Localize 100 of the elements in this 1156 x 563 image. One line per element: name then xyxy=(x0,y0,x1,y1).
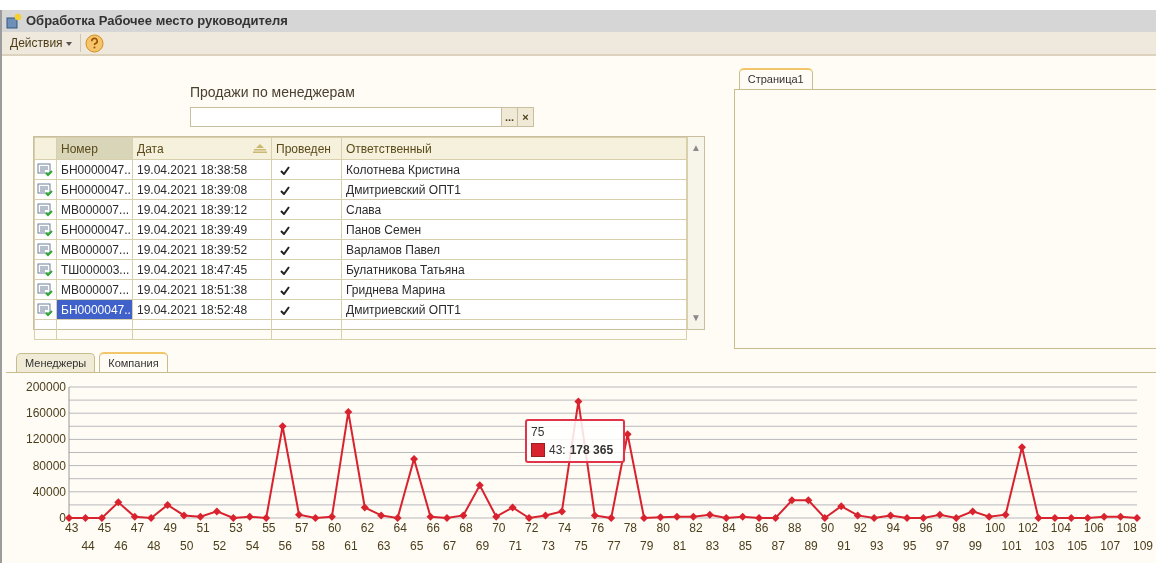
tooltip-series-label: 43: xyxy=(549,442,566,459)
tooltip-value: 178 365 xyxy=(569,442,614,459)
x-tick-label: 109 xyxy=(1133,539,1154,553)
x-tick-label: 55 xyxy=(262,521,276,535)
x-tick-label: 106 xyxy=(1083,521,1104,535)
x-tick-label: 63 xyxy=(377,539,391,553)
table-cell: Дмитриевский ОПТ1 xyxy=(341,179,687,200)
y-tick-label: 80000 xyxy=(32,458,66,473)
x-tick-label: 49 xyxy=(163,521,177,535)
x-tick-label: 66 xyxy=(426,521,440,535)
x-tick-label: 65 xyxy=(410,539,424,553)
column-header[interactable]: Проведен xyxy=(271,137,342,160)
x-tick-label: 67 xyxy=(442,539,457,553)
table-cell: Дмитриевский ОПТ1 xyxy=(341,299,687,320)
column-header[interactable]: Ответственный xyxy=(341,137,687,160)
x-tick-label: 80 xyxy=(656,521,670,535)
x-tick-label: 77 xyxy=(607,539,621,553)
x-tick-label: 58 xyxy=(311,539,325,553)
x-tick-label: 74 xyxy=(557,521,572,535)
x-tick-label: 81 xyxy=(672,539,687,553)
x-tick-label: 97 xyxy=(935,539,950,553)
x-tick-label: 57 xyxy=(295,521,309,535)
tab[interactable]: Страница1 xyxy=(738,68,813,89)
x-tick-label: 101 xyxy=(1001,539,1022,553)
x-tick-label: 43 xyxy=(65,521,79,535)
x-tick-label: 62 xyxy=(360,521,375,535)
x-tick-label: 61 xyxy=(344,539,358,553)
x-tick-label: 46 xyxy=(114,539,128,553)
x-tick-label: 86 xyxy=(755,521,769,535)
x-tick-label: 71 xyxy=(508,539,522,553)
y-tick-label: 120000 xyxy=(25,432,66,447)
tooltip-title: 75 xyxy=(531,424,545,441)
x-tick-label: 103 xyxy=(1034,539,1055,553)
y-tick-label: 200000 xyxy=(25,380,66,394)
table-cell: Слава xyxy=(341,199,687,220)
filter-field[interactable]: ... × xyxy=(190,107,534,127)
x-tick-label: 92 xyxy=(853,521,868,535)
x-tick-label: 52 xyxy=(212,539,227,553)
x-tick-label: 90 xyxy=(820,521,835,535)
table-cell: 19.04.2021 18:47:45 xyxy=(132,259,272,280)
x-tick-label: 54 xyxy=(245,539,260,553)
x-tick-label: 108 xyxy=(1116,521,1137,535)
column-header[interactable]: Номер xyxy=(56,137,133,160)
tab[interactable]: Компания xyxy=(99,351,168,372)
table-cell: 19.04.2021 18:39:12 xyxy=(132,199,272,220)
x-tick-label: 85 xyxy=(738,539,752,553)
x-tick-label: 102 xyxy=(1018,521,1038,535)
actions-menu[interactable]: Действия xyxy=(6,34,76,52)
x-tick-label: 60 xyxy=(327,521,342,535)
x-tick-label: 93 xyxy=(870,539,884,553)
x-tick-label: 104 xyxy=(1050,521,1071,535)
x-tick-label: 72 xyxy=(525,521,539,535)
x-tick-label: 91 xyxy=(837,539,851,553)
select-button[interactable]: ... xyxy=(501,108,517,126)
x-tick-label: 95 xyxy=(902,539,917,553)
x-tick-label: 107 xyxy=(1100,539,1121,553)
column-header[interactable]: Дата xyxy=(132,137,272,160)
table-cell: 19.04.2021 18:52:48 xyxy=(132,299,272,320)
x-tick-label: 51 xyxy=(196,521,210,535)
table-cell: БН0000047... xyxy=(56,219,133,240)
x-tick-label: 79 xyxy=(640,539,654,553)
x-tick-label: 100 xyxy=(985,521,1006,535)
x-tick-label: 53 xyxy=(229,521,243,535)
x-tick-label: 105 xyxy=(1067,539,1088,553)
x-tick-label: 87 xyxy=(771,539,785,553)
tab[interactable]: Менеджеры xyxy=(16,352,96,372)
table-cell: Булатникова Татьяна xyxy=(341,259,687,280)
x-tick-label: 89 xyxy=(804,539,818,553)
table-cell: МВ000007... xyxy=(56,199,133,220)
form-title: Продажи по менеджерам xyxy=(190,83,356,102)
table-cell: Гриднева Марина xyxy=(341,279,687,300)
table-cell: БН0000047... xyxy=(56,159,133,180)
x-tick-label: 76 xyxy=(590,521,605,535)
x-tick-label: 69 xyxy=(475,539,490,553)
table-cell: 19.04.2021 18:38:58 xyxy=(132,159,272,180)
table-cell: Варламов Павел xyxy=(341,239,687,260)
x-tick-label: 48 xyxy=(147,539,161,553)
x-tick-label: 78 xyxy=(623,521,637,535)
table-cell: 19.04.2021 18:51:38 xyxy=(132,279,272,300)
x-tick-label: 88 xyxy=(787,521,802,535)
table-cell: 19.04.2021 18:39:52 xyxy=(132,239,272,260)
table-cell: МВ000007... xyxy=(56,239,133,260)
table-cell: 19.04.2021 18:39:08 xyxy=(132,179,272,200)
x-tick-label: 45 xyxy=(97,521,112,535)
x-tick-label: 64 xyxy=(393,521,407,535)
y-tick-label: 0 xyxy=(59,511,66,525)
x-tick-label: 84 xyxy=(722,521,736,535)
y-tick-label: 40000 xyxy=(32,484,66,499)
table-cell: Панов Семен xyxy=(341,219,687,240)
x-tick-label: 73 xyxy=(541,539,555,553)
table-cell: Колотнева Кристина xyxy=(341,159,687,180)
clear-button[interactable]: × xyxy=(517,108,533,126)
x-tick-label: 99 xyxy=(968,539,983,553)
x-tick-label: 83 xyxy=(705,539,720,553)
x-tick-label: 50 xyxy=(180,539,194,553)
x-tick-label: 75 xyxy=(574,539,588,553)
x-tick-label: 68 xyxy=(459,521,473,535)
y-tick-label: 160000 xyxy=(25,406,66,421)
x-tick-label: 96 xyxy=(919,521,933,535)
x-tick-label: 44 xyxy=(81,539,95,553)
